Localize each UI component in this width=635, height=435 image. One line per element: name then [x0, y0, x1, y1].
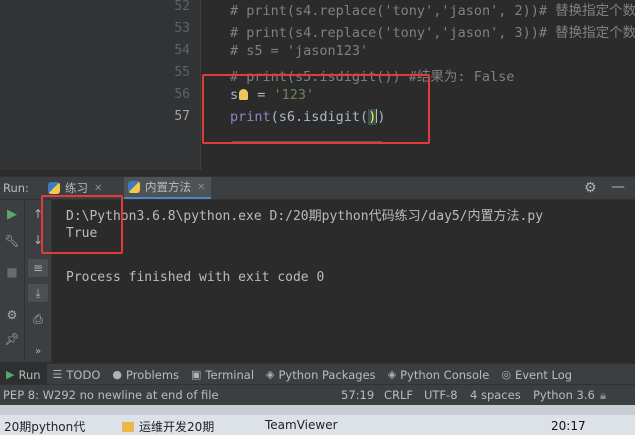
- close-icon[interactable]: ✕: [197, 182, 205, 193]
- console-exit-message: Process finished with exit code 0: [66, 270, 325, 285]
- run-tab-label: 练习: [65, 181, 88, 195]
- run-console[interactable]: D:\Python3.6.8\python.exe D:/20期python代码…: [52, 200, 635, 362]
- tool-tab-python-packages[interactable]: ◈ Python Packages: [260, 364, 382, 385]
- python-console-icon: ◈: [387, 368, 397, 381]
- minimize-icon[interactable]: —: [611, 179, 625, 195]
- close-icon[interactable]: ✕: [94, 183, 102, 194]
- line-number: 54: [174, 43, 190, 58]
- line-number: 52: [174, 0, 190, 14]
- run-toolbar-primary: ▶ 🔧︎ ■ ⚙ 📌︎: [0, 200, 25, 362]
- run-tab-label: 内置方法: [145, 180, 191, 194]
- event-log-icon: ◎: [501, 368, 511, 381]
- run-icon: ▶: [6, 368, 15, 381]
- taskbar-item-teamviewer[interactable]: TeamViewer: [265, 418, 338, 432]
- line-separator[interactable]: CRLF: [384, 388, 413, 402]
- scroll-to-end-icon[interactable]: ⤓: [28, 284, 48, 302]
- file-encoding[interactable]: UTF-8: [424, 388, 458, 402]
- settings-icon[interactable]: ⚙: [2, 306, 22, 324]
- run-label: Run:: [3, 181, 29, 195]
- soft-wrap-icon[interactable]: ≡: [28, 259, 48, 277]
- line-number-current: 57: [174, 109, 190, 124]
- tool-window-bar: ▶ Run ☰ TODO ● Problems ▣ Terminal ◈ Python P…: [0, 363, 635, 385]
- stop-icon[interactable]: ■: [2, 263, 22, 281]
- tool-tab-python-console[interactable]: ◈ Python Console: [382, 364, 496, 385]
- wrench-icon[interactable]: 🔧︎: [2, 232, 22, 250]
- console-command: D:\Python3.6.8\python.exe D:/20期python代码…: [66, 209, 544, 224]
- status-bar: PEP 8: W292 no newline at end of file 57…: [0, 384, 635, 405]
- annotation-box-console: [41, 195, 123, 254]
- python-file-icon: [128, 181, 140, 193]
- editor-bottom-gap: [0, 170, 635, 177]
- taskbar-item-label: 运维开发20期: [139, 420, 215, 434]
- lock-icon[interactable]: 🔒︎: [600, 388, 606, 403]
- tool-tab-run[interactable]: ▶ Run: [0, 364, 47, 385]
- python-file-icon: [48, 182, 60, 194]
- folder-icon: [122, 422, 134, 432]
- tool-tab-label: Run: [18, 367, 41, 382]
- problems-icon: ●: [112, 368, 122, 381]
- caret-position[interactable]: 57:19: [341, 388, 374, 402]
- line-number: 56: [174, 87, 190, 102]
- code-line-53[interactable]: # print(s4.replace('tony','jason', 3))# …: [230, 21, 635, 41]
- print-icon[interactable]: ⎙: [28, 310, 48, 328]
- annotation-box-editor: [202, 74, 430, 144]
- tool-tab-terminal[interactable]: ▣ Terminal: [185, 364, 260, 385]
- tool-tab-todo[interactable]: ☰ TODO: [47, 364, 107, 385]
- status-message[interactable]: PEP 8: W292 no newline at end of file: [3, 388, 219, 402]
- tool-tab-label: Event Log: [514, 367, 573, 382]
- tool-tab-label: TODO: [66, 367, 101, 382]
- tool-tab-label: Problems: [126, 367, 180, 382]
- pin-icon[interactable]: 📌︎: [2, 330, 22, 348]
- code-line-52[interactable]: # print(s4.replace('tony','jason', 2))# …: [230, 0, 635, 19]
- packages-icon: ◈: [266, 368, 275, 381]
- terminal-icon: ▣: [191, 368, 202, 381]
- line-number: 55: [174, 65, 190, 80]
- tool-tab-event-log[interactable]: ◎ Event Log: [495, 364, 578, 385]
- line-number: 53: [174, 21, 190, 36]
- more-icon[interactable]: »: [28, 342, 48, 360]
- tool-tab-label: Python Console: [400, 367, 490, 382]
- system-clock[interactable]: 20:17: [551, 419, 586, 433]
- taskbar-item-folder[interactable]: 运维开发20期: [122, 418, 214, 435]
- python-interpreter[interactable]: Python 3.6: [533, 388, 595, 402]
- desktop-strip: [0, 405, 635, 415]
- indent-setting[interactable]: 4 spaces: [470, 388, 521, 402]
- taskbar-item-python[interactable]: 20期python代: [4, 418, 85, 435]
- run-tab-neizhi[interactable]: 内置方法 ✕: [124, 177, 212, 199]
- gutter-separator: [200, 0, 201, 170]
- rerun-icon[interactable]: ▶: [2, 205, 22, 223]
- code-editor[interactable]: 52 # print(s4.replace('tony','jason', 2)…: [0, 0, 635, 170]
- tool-tab-label: Python Packages: [278, 367, 376, 382]
- code-line-54[interactable]: # s5 = 'jason123': [230, 43, 368, 59]
- gear-icon[interactable]: ⚙: [584, 180, 597, 196]
- tool-tab-problems[interactable]: ● Problems: [106, 364, 185, 385]
- tool-tab-label: Terminal: [205, 367, 255, 382]
- list-icon: ☰: [52, 368, 63, 381]
